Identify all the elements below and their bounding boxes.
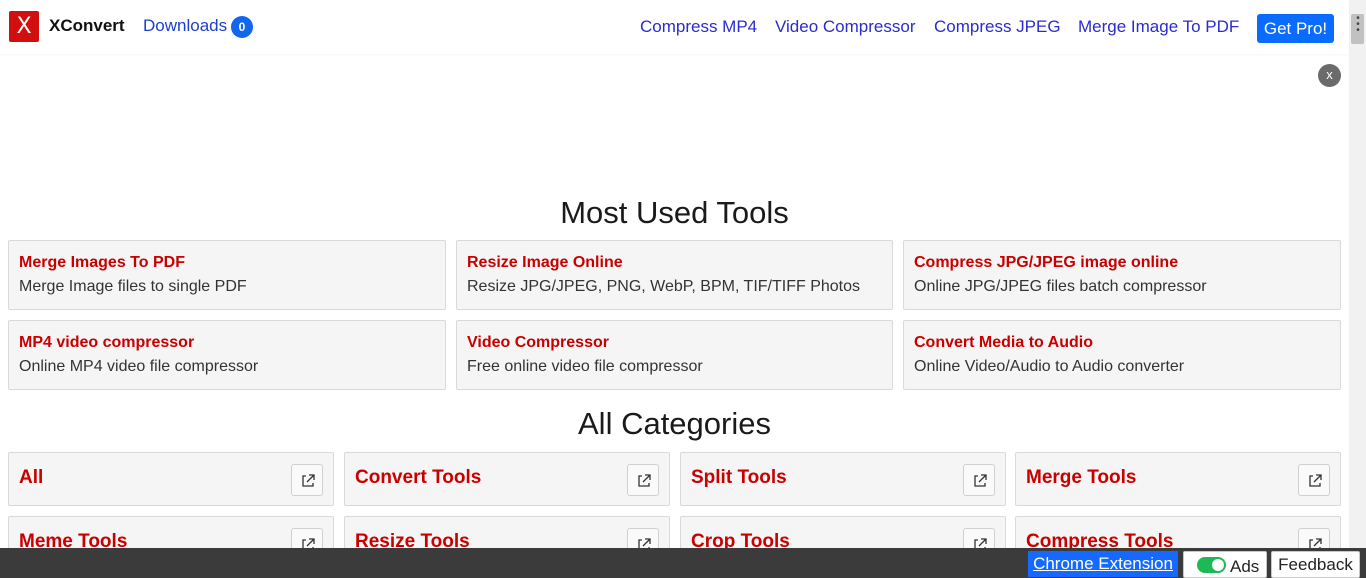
nav-compress-jpeg[interactable]: Compress JPEG	[934, 17, 1061, 37]
tool-description: Free online video file compressor	[467, 358, 703, 375]
logo[interactable]: X	[9, 11, 39, 42]
tool-card-resize-image-online[interactable]: Resize Image Online Resize JPG/JPEG, PNG…	[456, 240, 893, 310]
ad-close-button[interactable]: x	[1318, 64, 1341, 87]
category-card-split-tools[interactable]: Split Tools	[680, 452, 1006, 506]
nav-merge-image-to-pdf[interactable]: Merge Image To PDF	[1078, 17, 1239, 37]
category-card-merge-tools[interactable]: Merge Tools	[1015, 452, 1341, 506]
feedback-button[interactable]: Feedback	[1271, 551, 1360, 578]
tool-card-merge-images-to-pdf[interactable]: Merge Images To PDF Merge Image files to…	[8, 240, 446, 310]
tool-description: Online Video/Audio to Audio converter	[914, 358, 1185, 375]
brand-name[interactable]: XConvert	[49, 16, 125, 36]
tool-card-convert-media-to-audio[interactable]: Convert Media to Audio Online Video/Audi…	[903, 320, 1341, 390]
page-scrollbar[interactable]: • • •	[1349, 0, 1366, 548]
most-used-tools-heading: Most Used Tools	[560, 195, 789, 230]
external-link-icon	[974, 474, 987, 487]
ads-label: Ads	[1230, 557, 1260, 576]
chrome-extension-button[interactable]: Chrome Extension	[1028, 551, 1178, 577]
tool-title[interactable]: Merge Images To PDF	[19, 254, 185, 272]
external-link-icon	[302, 474, 315, 487]
toggle-knob	[1212, 559, 1224, 571]
external-link-button[interactable]	[963, 464, 995, 496]
get-pro-button[interactable]: Get Pro!	[1257, 14, 1334, 43]
category-title[interactable]: All	[19, 467, 43, 489]
downloads-count-badge: 0	[231, 16, 253, 38]
external-link-icon	[1309, 474, 1322, 487]
external-link-icon	[638, 474, 651, 487]
tool-card-compress-jpg[interactable]: Compress JPG/JPEG image online Online JP…	[903, 240, 1341, 310]
ads-toggle-box[interactable]: Ads	[1183, 551, 1267, 578]
category-title[interactable]: Merge Tools	[1026, 467, 1137, 489]
tool-title[interactable]: Video Compressor	[467, 334, 609, 352]
nav-compress-mp4[interactable]: Compress MP4	[640, 17, 757, 37]
category-card-convert-tools[interactable]: Convert Tools	[344, 452, 670, 506]
tool-description: Online JPG/JPEG files batch compressor	[914, 278, 1207, 295]
external-link-button[interactable]	[291, 464, 323, 496]
more-vertical-icon: • • •	[1356, 13, 1360, 36]
external-link-button[interactable]	[627, 464, 659, 496]
top-navbar: X XConvert Downloads 0 Compress MP4 Vide…	[0, 0, 1349, 54]
tool-card-mp4-video-compressor[interactable]: MP4 video compressor Online MP4 video fi…	[8, 320, 446, 390]
category-card-all[interactable]: All	[8, 452, 334, 506]
category-title[interactable]: Split Tools	[691, 467, 787, 489]
external-link-button[interactable]	[1298, 464, 1330, 496]
tool-title[interactable]: MP4 video compressor	[19, 334, 194, 352]
category-title[interactable]: Convert Tools	[355, 467, 481, 489]
tool-title[interactable]: Resize Image Online	[467, 254, 623, 272]
ads-toggle-switch[interactable]	[1197, 557, 1226, 573]
downloads-link[interactable]: Downloads	[143, 16, 227, 36]
tool-description: Online MP4 video file compressor	[19, 358, 259, 375]
tool-title[interactable]: Convert Media to Audio	[914, 334, 1093, 352]
tool-card-video-compressor[interactable]: Video Compressor Free online video file …	[456, 320, 893, 390]
tool-description: Merge Image files to single PDF	[19, 278, 247, 295]
nav-video-compressor[interactable]: Video Compressor	[775, 17, 915, 37]
tool-title[interactable]: Compress JPG/JPEG image online	[914, 254, 1178, 272]
all-categories-heading: All Categories	[578, 406, 771, 441]
tool-description: Resize JPG/JPEG, PNG, WebP, BPM, TIF/TIF…	[467, 278, 860, 295]
